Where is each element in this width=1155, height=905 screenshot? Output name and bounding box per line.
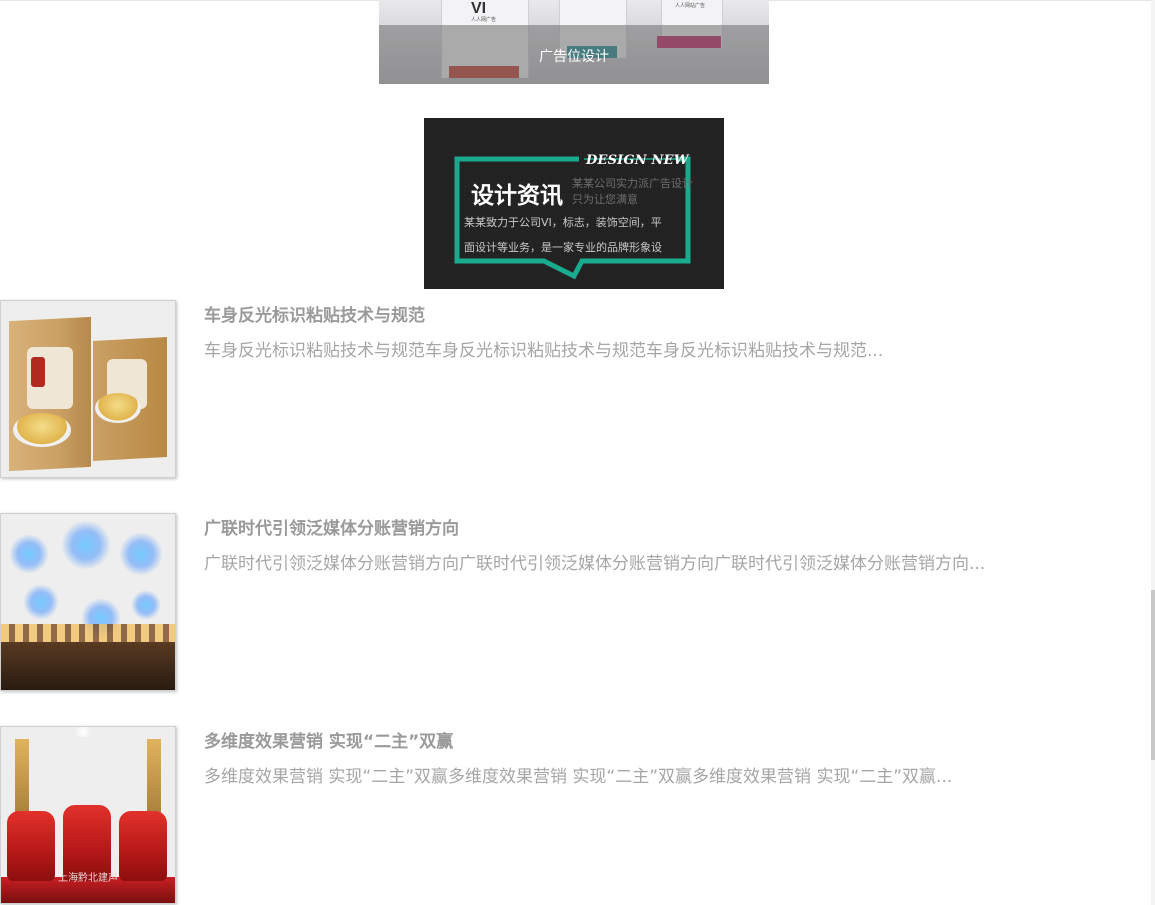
article-title[interactable]: 广联时代引领泛媒体分账营销方向 [204, 514, 459, 539]
banner-subtitle-2: 只为让您满意 [572, 193, 638, 206]
article-summary: 车身反光标识粘贴技术与规范车身反光标识粘贴技术与规范车身反光标识粘贴技术与规范.… [204, 341, 884, 361]
banner-subtitle-1: 某某公司实力派广告设计 [572, 177, 693, 190]
stand-tiny-text-1: 人人网广告 [471, 17, 497, 23]
street-light-glow [23, 584, 59, 620]
article-title[interactable]: 多维度效果营销 实现“二主”双赢 [204, 727, 453, 752]
article-summary: 多维度效果营销 实现“二主”双赢多维度效果营销 实现“二主”双赢多维度效果营销 … [204, 767, 953, 787]
article-item[interactable]: 广联时代引领泛媒体分账营销方向 广联时代引领泛媒体分账营销方向广联时代引领泛媒体… [0, 513, 1150, 693]
article-item[interactable]: 车身反光标识粘贴技术与规范 车身反光标识粘贴技术与规范车身反光标识粘贴技术与规范… [0, 300, 1150, 480]
thumbnail-watermark: 上海黔北建声 [58, 873, 118, 884]
box-red-stamp [31, 357, 45, 387]
rice-bowl-front [13, 413, 71, 447]
rice-bowl-back [95, 393, 141, 423]
scrollbar-track[interactable] [1151, 0, 1155, 905]
street-ground [1, 642, 175, 690]
design-news-title: 设计资讯 [471, 183, 563, 209]
banner-description-1: 某某致力于公司VI，标志，装饰空间，平 [464, 216, 662, 229]
scrollbar-thumb[interactable] [1151, 590, 1155, 760]
page: VI 人人网广告 人人网站广告 广告位设计 DESIGN NEW 设计资讯 某某… [0, 0, 1155, 905]
stand-tiny-text-2: 人人网站广告 [675, 3, 706, 9]
design-new-heading: DESIGN NEW [586, 153, 689, 168]
article-thumbnail[interactable] [0, 513, 176, 691]
ceiling-spotlight [73, 727, 93, 737]
article-summary: 广联时代引领泛媒体分账营销方向广联时代引领泛媒体分账营销方向广联时代引领泛媒体分… [204, 554, 986, 574]
article-title[interactable]: 车身反光标识粘贴技术与规范 [204, 301, 425, 326]
street-light-glow [131, 590, 161, 620]
ad-design-card[interactable]: VI 人人网广告 人人网站广告 广告位设计 [379, 0, 769, 84]
article-thumbnail[interactable] [0, 300, 176, 478]
street-light-glow [9, 534, 49, 574]
article-item[interactable]: 上海黔北建声 多维度效果营销 实现“二主”双赢 多维度效果营销 实现“二主”双赢… [0, 726, 1150, 905]
banner-description-2: 面设计等业务，是一家专业的品牌形象设 [464, 241, 662, 254]
street-light-glow [119, 532, 163, 576]
ad-card-caption: 广告位设计 [539, 49, 609, 65]
design-news-banner[interactable]: DESIGN NEW 设计资讯 某某公司实力派广告设计 只为让您满意 某某致力于… [424, 118, 724, 289]
article-thumbnail[interactable]: 上海黔北建声 [0, 726, 176, 904]
street-light-glow [61, 520, 111, 570]
